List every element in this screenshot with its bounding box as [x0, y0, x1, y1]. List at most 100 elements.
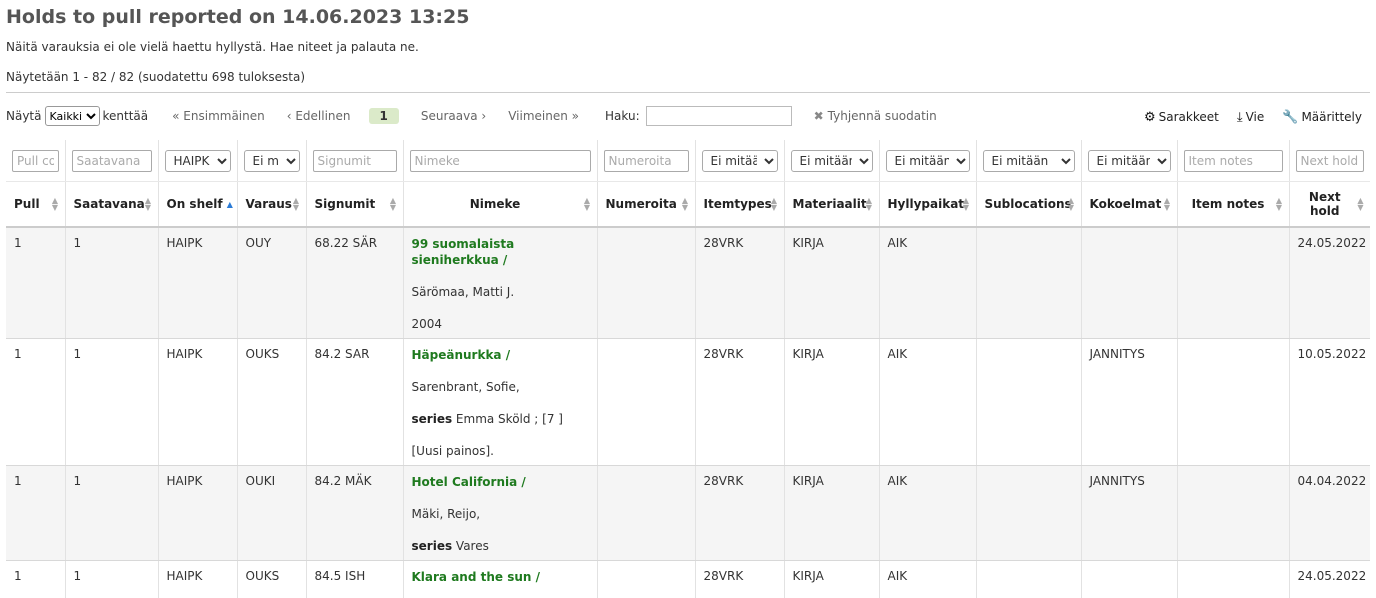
item-notes-cell: [1177, 560, 1290, 598]
sublocations-filter-select[interactable]: Ei mitään: [982, 149, 1075, 172]
column-header-label: Saatavana: [73, 197, 145, 211]
title-link[interactable]: Hotel California /: [412, 474, 589, 490]
column-header-hyllypaikat[interactable]: Hyllypaikat ▲ ▼: [879, 181, 977, 228]
on-shelf-cell: HAIPK: [158, 227, 238, 339]
on-shelf-filter-select[interactable]: HAIPK: [164, 149, 231, 172]
series-text: series Emma Sköld ; [7 ]: [412, 411, 589, 427]
signumit-cell: 84.2 SAR: [306, 338, 404, 466]
pull-cell: 1: [6, 465, 66, 561]
next-hold-cell: 10.05.2022: [1289, 338, 1370, 466]
signumit-cell: 84.5 ISH: [306, 560, 404, 598]
column-header-itemtypes[interactable]: Itemtypes ▲ ▼: [695, 181, 785, 228]
itemtypes-filter-select[interactable]: Ei mitää: [701, 149, 778, 172]
configure-button[interactable]: 🔧 Määrittely: [1282, 110, 1362, 125]
filter-cell: [6, 140, 66, 182]
column-header-item-notes[interactable]: Item notes ▲ ▼: [1177, 181, 1290, 228]
prev-page-link[interactable]: ‹ Edellinen: [287, 109, 351, 123]
column-header-label: Kokoelmat: [1089, 197, 1162, 211]
kokoelmat-filter-select[interactable]: Ei mitään: [1087, 149, 1171, 172]
column-header-nimeke[interactable]: Nimeke ▲ ▼: [403, 181, 598, 228]
column-header-label: Varaus: [245, 197, 292, 211]
sort-icon: ▲ ▼: [865, 196, 873, 212]
current-page[interactable]: 1: [368, 108, 399, 124]
signumit-filter-input[interactable]: [312, 149, 397, 172]
pull-filter-input[interactable]: [12, 149, 59, 172]
filter-cell: Ei mitään: [976, 140, 1082, 182]
next-page-link[interactable]: Seuraava ›: [421, 109, 486, 123]
columns-button[interactable]: ⚙ Sarakkeet: [1144, 110, 1219, 125]
column-header-next-hold[interactable]: Next hold ▲ ▼: [1289, 181, 1370, 228]
last-page-link[interactable]: Viimeinen »: [508, 109, 579, 123]
kokoelmat-cell: JANNITYS: [1081, 338, 1178, 466]
numeroita-cell: [597, 227, 696, 339]
column-header-pull[interactable]: Pull ▲ ▼: [6, 181, 66, 228]
nimeke-cell: Hotel California / Mäki, Reijo, series V…: [403, 465, 598, 561]
author-text: Sarenbrant, Sofie,: [411, 380, 520, 394]
series-value[interactable]: Emma Sköld ; [7 ]: [456, 412, 563, 426]
itemtypes-cell: 28VRK: [695, 560, 785, 598]
column-header-label: Nimeke: [469, 197, 521, 211]
filter-cell: [65, 140, 159, 182]
saatavana-cell: 1: [65, 560, 159, 598]
page-length-select[interactable]: Kaikki: [44, 106, 100, 126]
column-header-label: Signumit: [314, 197, 376, 211]
gear-icon: ⚙: [1143, 110, 1156, 125]
column-header-numeroita[interactable]: Numeroita ▲ ▼: [597, 181, 696, 228]
first-page-link[interactable]: « Ensimmäinen: [172, 109, 265, 123]
table-row: 1 1 HAIPK OUKS 84.5 ISH Klara and the su…: [6, 560, 1370, 598]
filter-cell: [403, 140, 598, 182]
column-header-sublocations[interactable]: Sublocations ▲ ▼: [976, 181, 1082, 228]
search-input[interactable]: [645, 106, 792, 126]
nimeke-cell: 99 suomalaista sieniherkkua / Särömaa, M…: [403, 227, 598, 339]
series-label: series: [411, 539, 453, 553]
title-link[interactable]: 99 suomalaista sieniherkkua /: [412, 236, 589, 268]
series-value[interactable]: Vares: [456, 539, 489, 553]
filter-cell: Ei mitään: [784, 140, 880, 182]
title-link[interactable]: Häpeänurkka /: [412, 347, 589, 363]
column-header-materiaalit[interactable]: Materiaalit ▲ ▼: [784, 181, 880, 228]
clear-filter-button[interactable]: ✖ Tyhjennä suodatin: [814, 109, 937, 123]
next-hold-filter-input[interactable]: [1295, 149, 1364, 172]
column-header-saatavana[interactable]: Saatavana ▲ ▼: [65, 181, 159, 228]
column-header-varaus[interactable]: Varaus ▲ ▼: [237, 181, 307, 228]
hyllypaikat-filter-select[interactable]: Ei mitään: [885, 149, 970, 172]
title-link[interactable]: Klara and the sun /: [412, 569, 589, 585]
next-hold-cell: 04.04.2022: [1289, 465, 1370, 561]
search-label: Haku:: [605, 109, 640, 123]
column-header-kokoelmat[interactable]: Kokoelmat ▲ ▼: [1081, 181, 1178, 228]
table-row: 1 1 HAIPK OUKS 84.2 SAR Häpeänurkka / Sa…: [6, 338, 1370, 466]
saatavana-cell: 1: [65, 465, 159, 561]
column-header-label: Numeroita: [605, 197, 677, 211]
hyllypaikat-cell: AIK: [879, 465, 977, 561]
column-header-label: Itemtypes: [703, 197, 772, 211]
show-label: Näytä: [6, 109, 42, 123]
column-header-on-shelf[interactable]: On shelf ▲: [158, 181, 238, 228]
column-header-signumit[interactable]: Signumit ▲ ▼: [306, 181, 404, 228]
nimeke-cell: Klara and the sun /: [403, 560, 598, 598]
author-text: Mäki, Reijo,: [411, 507, 481, 521]
export-label: Vie: [1245, 110, 1265, 124]
item-notes-filter-input[interactable]: [1183, 149, 1283, 172]
sort-icon: ▲ ▼: [51, 196, 59, 212]
materiaalit-cell: KIRJA: [784, 227, 880, 339]
sort-ascending-icon: ▲: [226, 200, 233, 209]
clear-filter-label: Tyhjennä suodatin: [827, 109, 937, 123]
signumit-cell: 68.22 SÄR: [306, 227, 404, 339]
hyllypaikat-cell: AIK: [879, 560, 977, 598]
close-icon: ✖: [813, 109, 824, 123]
varaus-filter-select[interactable]: Ei mitä: [243, 149, 300, 172]
next-hold-cell: 24.05.2022: [1289, 227, 1370, 339]
edition-text: [Uusi painos].: [411, 444, 494, 458]
columns-label: Sarakkeet: [1158, 110, 1219, 124]
nimeke-filter-input[interactable]: [409, 149, 591, 172]
numeroita-filter-input[interactable]: [603, 149, 689, 172]
export-button[interactable]: ⤓ Vie: [1237, 110, 1264, 125]
column-header-label: Pull: [14, 197, 40, 211]
materiaalit-cell: KIRJA: [784, 338, 880, 466]
sort-icon: ▲ ▼: [583, 196, 591, 212]
saatavana-filter-input[interactable]: [71, 149, 152, 172]
filter-cell: [597, 140, 696, 182]
filter-row: HAIPK Ei mitä Ei mitää Ei mitään Ei mitä…: [6, 140, 1370, 182]
itemtypes-cell: 28VRK: [695, 338, 785, 466]
materiaalit-filter-select[interactable]: Ei mitään: [790, 149, 873, 172]
